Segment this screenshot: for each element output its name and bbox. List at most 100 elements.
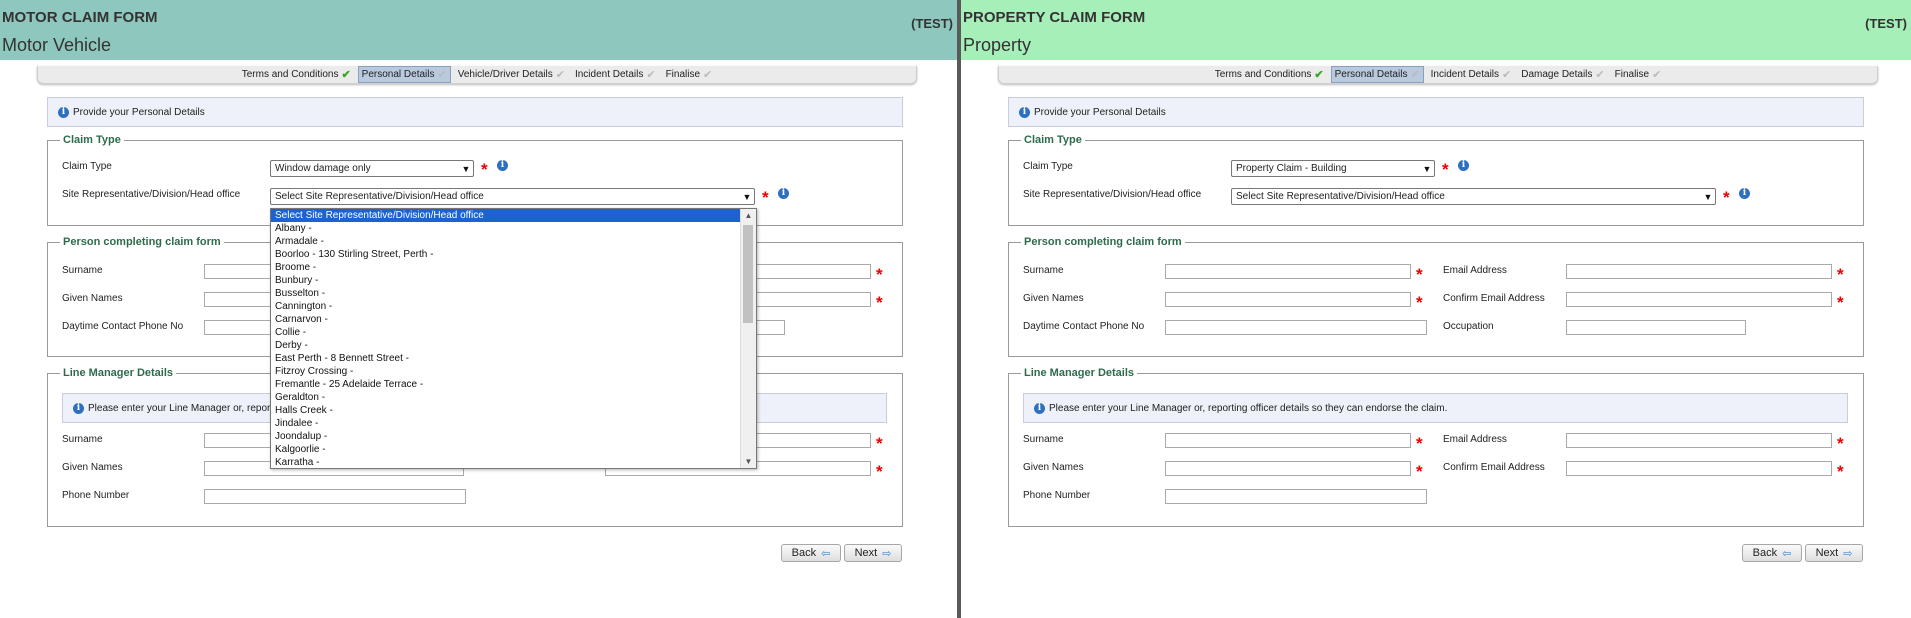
given-names-input[interactable] <box>1165 292 1411 307</box>
step-vehicle-driver[interactable]: Vehicle/Driver Details ✔ <box>455 67 568 82</box>
chevron-down-icon: ▼ <box>1703 191 1713 202</box>
next-button[interactable]: Next ⇨ <box>1805 544 1863 562</box>
check-icon: ✔ <box>341 69 351 81</box>
dropdown-option[interactable]: Cannington - <box>271 300 740 313</box>
section-legend: Claim Type <box>63 134 121 146</box>
site-rep-dropdown-list[interactable]: Select Site Representative/Division/Head… <box>270 208 757 469</box>
step-incident-details[interactable]: Incident Details ✔ <box>572 67 659 82</box>
required-asterisk: * <box>1416 462 1423 481</box>
info-icon: i <box>58 106 69 118</box>
dropdown-option[interactable]: Karratha - <box>271 456 740 468</box>
info-icon[interactable]: i <box>778 188 789 199</box>
back-button[interactable]: Back ⇦ <box>781 544 841 562</box>
confirm-email-input[interactable] <box>1566 292 1832 307</box>
required-asterisk: * <box>1416 293 1423 312</box>
required-asterisk: * <box>876 462 883 481</box>
manager-given-input[interactable] <box>1165 461 1411 476</box>
section-legend: Line Manager Details <box>1024 367 1135 379</box>
required-asterisk: * <box>481 160 488 179</box>
manager-note: i Please enter your Line Manager or, rep… <box>1023 393 1848 423</box>
surname-label: Surname <box>62 265 103 276</box>
dropdown-option[interactable]: East Perth - 8 Bennett Street - <box>271 352 740 365</box>
check-icon: ✔ <box>1410 69 1420 81</box>
manager-phone-label: Phone Number <box>62 490 130 501</box>
form-subtitle: Property <box>963 35 1032 55</box>
manager-email-label: Email Address <box>1443 434 1507 445</box>
step-incident-details[interactable]: Incident Details ✔ <box>1428 67 1515 82</box>
email-input[interactable] <box>1566 264 1832 279</box>
step-finalise[interactable]: Finalise ✔ <box>1612 67 1665 82</box>
scroll-up-icon[interactable]: ▲ <box>741 209 756 222</box>
info-banner: i Provide your Personal Details <box>47 97 903 127</box>
dropdown-option[interactable]: Boorloo - 130 Stirling Street, Perth - <box>271 248 740 261</box>
dropdown-scrollbar[interactable]: ▲ ▼ <box>740 209 756 468</box>
required-asterisk: * <box>876 265 883 284</box>
manager-given-label: Given Names <box>62 462 123 473</box>
manager-given-label: Given Names <box>1023 462 1084 473</box>
dropdown-option[interactable]: Kalgoorlie - <box>271 443 740 456</box>
step-personal-details[interactable]: Personal Details ✔ <box>1330 66 1424 83</box>
scroll-down-icon[interactable]: ▼ <box>741 455 756 468</box>
required-asterisk: * <box>1442 160 1449 179</box>
manager-surname-label: Surname <box>1023 434 1064 445</box>
step-personal-details[interactable]: Personal Details ✔ <box>357 66 451 83</box>
check-icon: ✔ <box>1314 69 1324 81</box>
chevron-down-icon: ▼ <box>742 191 752 202</box>
dropdown-option[interactable]: Collie - <box>271 326 740 339</box>
claim-type-select[interactable]: Window damage only ▼ <box>270 160 474 177</box>
scrollbar-thumb[interactable] <box>743 225 753 323</box>
check-icon: ✔ <box>555 69 565 81</box>
dropdown-option[interactable]: Bunbury - <box>271 274 740 287</box>
phone-input[interactable] <box>1165 320 1427 335</box>
phone-label: Daytime Contact Phone No <box>62 321 184 332</box>
dropdown-option[interactable]: Fitzroy Crossing - <box>271 365 740 378</box>
check-icon: ✔ <box>703 69 713 81</box>
site-rep-select[interactable]: Select Site Representative/Division/Head… <box>270 188 755 205</box>
manager-surname-label: Surname <box>62 434 103 445</box>
dropdown-option[interactable]: Joondalup - <box>271 430 740 443</box>
info-icon[interactable]: i <box>1458 160 1469 171</box>
manager-confirm-email-label: Confirm Email Address <box>1443 462 1545 473</box>
dropdown-option[interactable]: Armadale - <box>271 235 740 248</box>
site-rep-select[interactable]: Select Site Representative/Division/Head… <box>1231 188 1716 205</box>
required-asterisk: * <box>1416 265 1423 284</box>
dropdown-option[interactable]: Fremantle - 25 Adelaide Terrace - <box>271 378 740 391</box>
manager-surname-input[interactable] <box>1165 433 1411 448</box>
step-finalise[interactable]: Finalise ✔ <box>663 67 716 82</box>
manager-phone-input[interactable] <box>1165 489 1427 504</box>
dropdown-option[interactable]: Halls Creek - <box>271 404 740 417</box>
dropdown-option[interactable]: Carnarvon - <box>271 313 740 326</box>
back-button[interactable]: Back ⇦ <box>1742 544 1802 562</box>
motor-claim-panel: MOTOR CLAIM FORM Motor Vehicle (TEST) Te… <box>0 0 957 618</box>
info-icon[interactable]: i <box>1739 188 1750 199</box>
form-title: PROPERTY CLAIM FORM <box>963 9 1146 26</box>
info-icon[interactable]: i <box>497 160 508 171</box>
dropdown-option[interactable]: Jindalee - <box>271 417 740 430</box>
occupation-input[interactable] <box>1566 320 1746 335</box>
step-terms[interactable]: Terms and Conditions ✔ <box>1212 67 1327 82</box>
dropdown-option[interactable]: Derby - <box>271 339 740 352</box>
section-legend: Person completing claim form <box>63 236 221 248</box>
dropdown-option[interactable]: Geraldton - <box>271 391 740 404</box>
dropdown-option[interactable]: Albany - <box>271 222 740 235</box>
info-icon: i <box>1019 106 1030 118</box>
step-terms[interactable]: Terms and Conditions ✔ <box>239 67 354 82</box>
surname-label: Surname <box>1023 265 1064 276</box>
next-button[interactable]: Next ⇨ <box>844 544 902 562</box>
dropdown-option[interactable]: Select Site Representative/Division/Head… <box>271 209 740 222</box>
claim-type-select[interactable]: Property Claim - Building ▼ <box>1231 160 1435 177</box>
required-asterisk: * <box>876 434 883 453</box>
dropdown-option[interactable]: Broome - <box>271 261 740 274</box>
dropdown-options: Select Site Representative/Division/Head… <box>271 209 740 468</box>
test-badge: (TEST) <box>911 16 953 31</box>
surname-input[interactable] <box>1165 264 1411 279</box>
step-damage-details[interactable]: Damage Details ✔ <box>1518 67 1607 82</box>
manager-email-input[interactable] <box>1566 433 1832 448</box>
chevron-down-icon: ▼ <box>1422 163 1432 174</box>
info-icon: i <box>1034 402 1045 414</box>
manager-phone-input[interactable] <box>204 489 466 504</box>
dropdown-option[interactable]: Busselton - <box>271 287 740 300</box>
arrow-left-icon: ⇦ <box>821 547 831 560</box>
manager-phone-label: Phone Number <box>1023 490 1091 501</box>
manager-confirm-email-input[interactable] <box>1566 461 1832 476</box>
